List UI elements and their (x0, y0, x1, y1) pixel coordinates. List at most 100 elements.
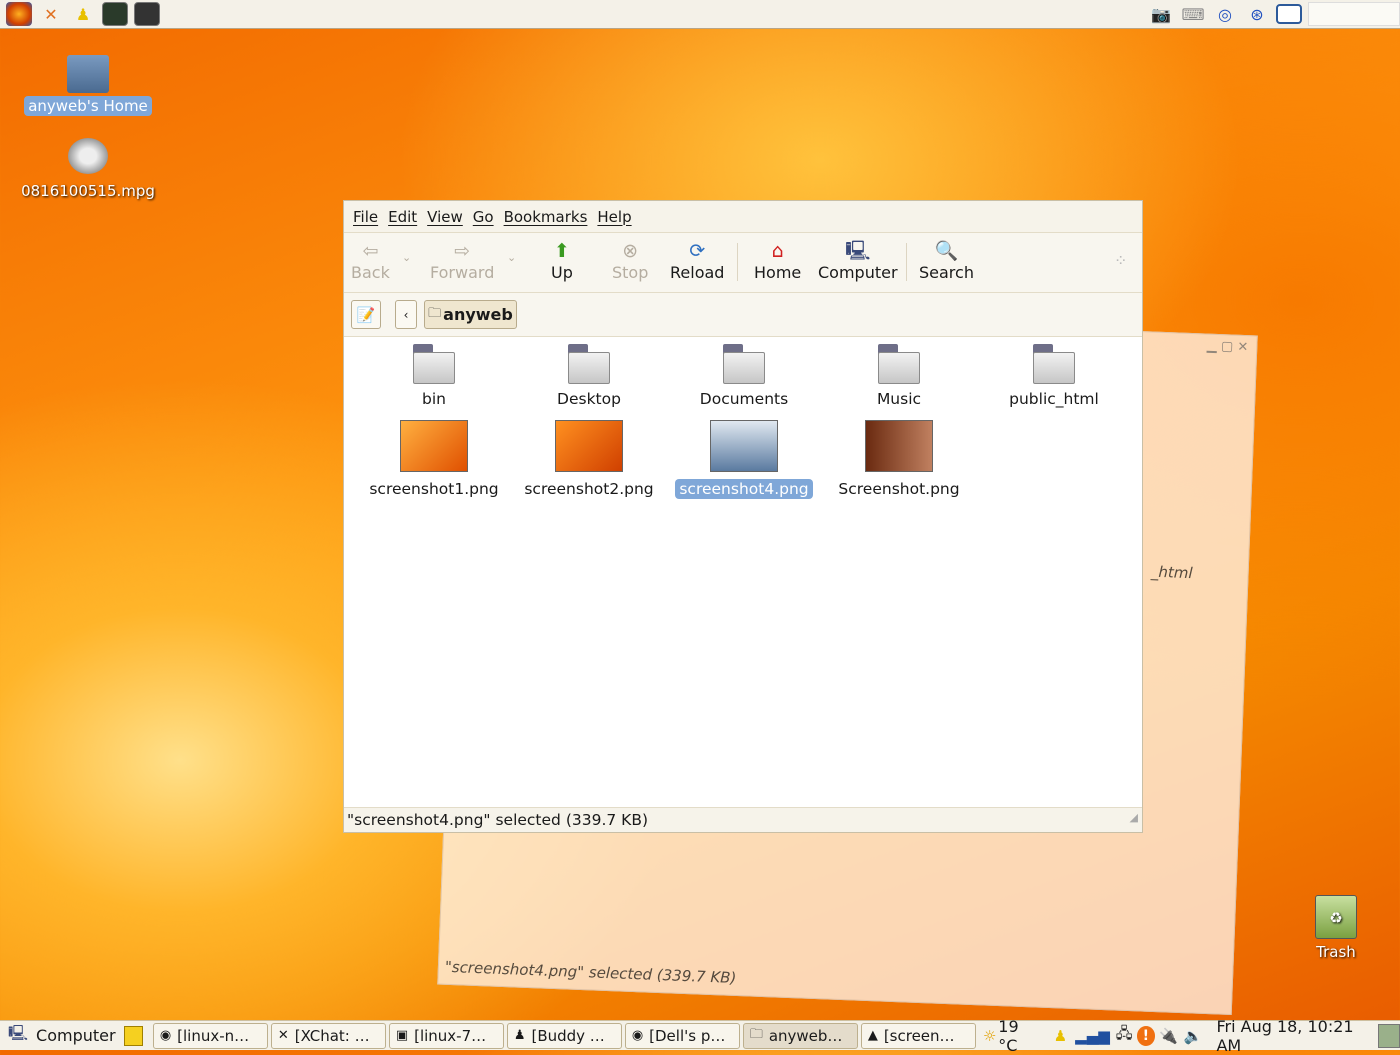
forward-button[interactable]: ⇨ Forward (430, 239, 494, 282)
file-name: bin (422, 390, 446, 408)
reload-button[interactable]: ⟳ Reload (670, 239, 724, 282)
search-label: Search (919, 263, 974, 282)
video-icon (68, 138, 108, 174)
console-icon[interactable] (134, 2, 160, 26)
buddy-icon[interactable]: ♟ (70, 2, 96, 26)
taskbar-button[interactable]: ▲ [screen… (860, 1022, 976, 1049)
file-name: screenshot2.png (524, 480, 654, 498)
task-label: [linux-7… (414, 1026, 487, 1045)
home-button[interactable]: ⌂ Home (754, 239, 801, 282)
resize-grip[interactable]: ◢ (1130, 806, 1138, 830)
image-thumbnail-icon (400, 420, 468, 472)
alert-icon[interactable]: ! (1136, 1025, 1156, 1046)
computer-menu[interactable]: Computer (36, 1026, 116, 1045)
status-text: "screenshot4.png" selected (339.7 KB) (347, 811, 649, 829)
icon-view: bin Desktop Documents Music public_htmlscree… (344, 337, 1142, 809)
folder-icon (878, 344, 920, 384)
computer-button[interactable]: 🖳 Computer (818, 239, 898, 282)
desktop-icon-home[interactable]: anyweb's Home (20, 55, 156, 116)
bottom-panel: 🖳 Computer ◉ [linux-n… ✕ [XChat: … ▣ [linux-7… (0, 1017, 1400, 1055)
image-thumbnail-icon (710, 420, 778, 472)
show-desktop-icon[interactable] (1377, 1023, 1400, 1048)
file-name: Screenshot.png (838, 480, 960, 498)
up-button[interactable]: ⬆ Up (551, 239, 573, 282)
file-item[interactable]: bin (359, 344, 509, 408)
folder-icon (568, 344, 610, 384)
folder-icon (1033, 344, 1075, 384)
network-monitor-icon[interactable]: 🖧 (1116, 1023, 1133, 1048)
menu-go[interactable]: Go (473, 208, 494, 226)
file-item[interactable]: Documents (669, 344, 819, 408)
desktop-icon-label: Trash (1316, 943, 1356, 961)
home-folder-icon: 🗀 (428, 305, 442, 321)
system-tray: ☼ 19 °C ♟ ▂▄▆ 🖧 ! 🔌 🔈 Fri Aug 18, 10:21 … (983, 1017, 1400, 1055)
camera-icon[interactable]: 📷 (1148, 2, 1174, 26)
weather[interactable]: 19 °C (998, 1017, 1039, 1055)
workspace-icon[interactable] (1276, 4, 1302, 24)
taskbar-button[interactable]: ◉ [linux-n… (152, 1022, 268, 1049)
up-label: Up (551, 263, 573, 282)
terminal-icon[interactable] (102, 2, 128, 26)
chevron-left-icon: ‹ (403, 307, 409, 322)
wireless-icon[interactable]: ◎ (1212, 2, 1238, 26)
path-button-anyweb[interactable]: 🗀 anyweb (424, 300, 517, 329)
desktop-icon-video[interactable]: 0816100515.mpg (18, 138, 158, 200)
keyboard-icon[interactable]: ⌨ (1180, 2, 1206, 26)
desktop-icon-trash[interactable]: ♻ Trash (1300, 895, 1372, 961)
search-icon: 🔍 (934, 240, 959, 262)
notes-icon[interactable] (123, 1025, 143, 1046)
desktop-icon-label: anyweb's Home (24, 96, 152, 116)
sun-icon: ☼ (982, 1026, 997, 1045)
clock[interactable]: Fri Aug 18, 10:21 AM (1216, 1017, 1371, 1055)
computer-label: Computer (818, 263, 898, 282)
task-label: [Dell's p… (649, 1026, 726, 1045)
home-icon: ⌂ (771, 240, 784, 262)
task-label: [XChat: … (294, 1026, 370, 1045)
computer-icon: 🖳 (845, 240, 871, 262)
file-item[interactable]: screenshot1.png (359, 420, 509, 498)
battery-icon[interactable]: 🔌 (1159, 1027, 1178, 1045)
back-history-dropdown[interactable]: ⌄ (402, 251, 411, 264)
file-manager-window: File Edit View Go Bookmarks Help ⇦ Back ⌄… (343, 200, 1143, 833)
menu-bookmarks[interactable]: Bookmarks (504, 208, 588, 226)
forward-arrow-icon: ⇨ (454, 240, 471, 262)
taskbar-button[interactable]: ✕ [XChat: … (270, 1022, 386, 1049)
path-scroll-left-button[interactable]: ‹ (395, 300, 417, 329)
file-item[interactable]: Music (824, 344, 974, 408)
xchat-icon[interactable]: ✕ (38, 2, 64, 26)
signal-icon[interactable]: ▂▄▆ (1075, 1027, 1110, 1045)
search-button[interactable]: 🔍 Search (919, 239, 974, 282)
app-icon: ◉ (631, 1028, 644, 1043)
file-item[interactable]: screenshot2.png (514, 420, 664, 498)
edit-icon: 📝 (356, 305, 376, 324)
forward-history-dropdown[interactable]: ⌄ (507, 251, 516, 264)
menu-edit[interactable]: Edit (388, 208, 417, 226)
file-item[interactable]: Desktop (514, 344, 664, 408)
task-label: [linux-n… (177, 1026, 250, 1045)
stop-button[interactable]: ⊗ Stop (612, 239, 648, 282)
computer-icon: 🖳 (8, 1024, 29, 1042)
file-item[interactable]: public_html (979, 344, 1129, 408)
menu-bar: File Edit View Go Bookmarks Help (344, 201, 1142, 233)
network-icon[interactable]: ⊛ (1244, 2, 1270, 26)
volume-icon[interactable]: 🔈 (1184, 1027, 1203, 1045)
location-bar: 📝 ‹ 🗀 anyweb (344, 293, 1142, 337)
back-button[interactable]: ⇦ Back (351, 239, 390, 282)
taskbar-button[interactable]: ◉ [Dell's p… (624, 1022, 740, 1049)
workspace-switcher[interactable] (1308, 2, 1400, 26)
menu-view[interactable]: View (427, 208, 463, 226)
up-arrow-icon: ⬆ (553, 240, 570, 262)
taskbar-button[interactable]: 🗀 anyweb… (742, 1022, 858, 1049)
taskbar-button[interactable]: ▣ [linux-7… (388, 1022, 504, 1049)
back-arrow-icon: ⇦ (362, 240, 379, 262)
file-item[interactable]: Screenshot.png (824, 420, 974, 498)
toggle-location-entry-button[interactable]: 📝 (351, 300, 381, 329)
file-item[interactable]: screenshot4.png (669, 420, 819, 499)
menu-file[interactable]: File (353, 208, 378, 226)
app-icon: ◉ (159, 1028, 172, 1043)
reload-icon: ⟳ (689, 240, 706, 262)
firefox-icon[interactable] (6, 2, 32, 26)
buddy-icon[interactable]: ♟ (1054, 1027, 1067, 1045)
taskbar-button[interactable]: ♟ [Buddy … (506, 1022, 622, 1049)
menu-help[interactable]: Help (597, 208, 631, 226)
